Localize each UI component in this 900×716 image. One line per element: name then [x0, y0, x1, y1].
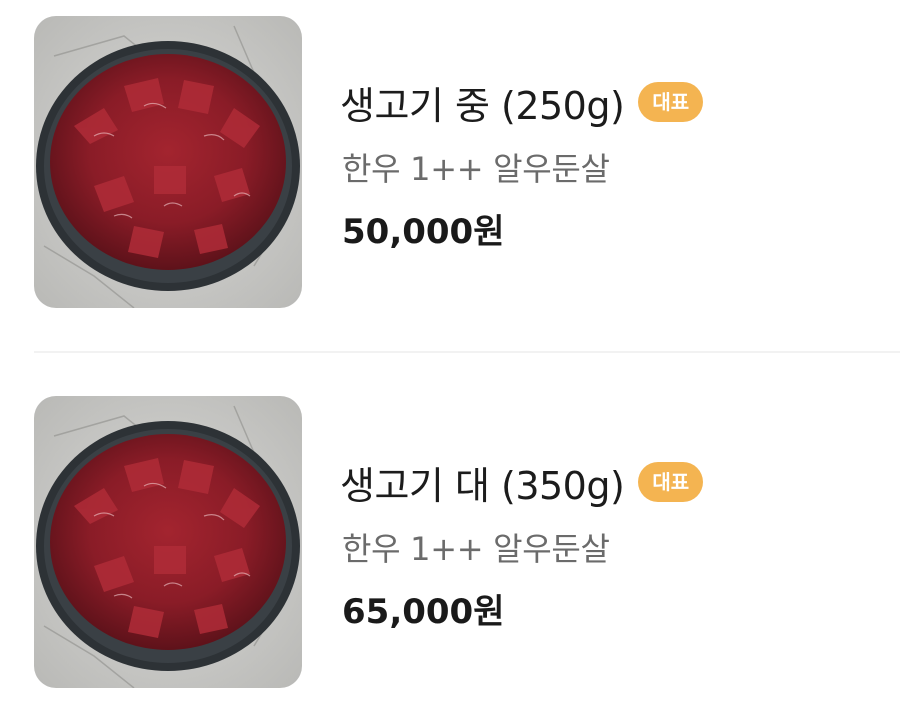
menu-item-info: 생고기 대 (350g) 대표 한우 1++ 알우둔살 65,000원	[340, 394, 880, 694]
raw-beef-plate-image	[34, 396, 302, 688]
menu-item-price: 50,000원	[342, 212, 505, 252]
divider	[34, 351, 900, 353]
menu-item-description: 한우 1++ 알우둔살	[342, 530, 610, 568]
menu-item-price: 65,000원	[342, 592, 505, 632]
menu-item[interactable]: 생고기 중 (250g) 대표 한우 1++ 알우둔살 50,000원	[0, 14, 900, 314]
menu-item-image[interactable]	[34, 16, 302, 308]
menu-item-description: 한우 1++ 알우둔살	[342, 150, 610, 188]
menu-item-image[interactable]	[34, 396, 302, 688]
menu-item-title: 생고기 중 (250g)	[340, 83, 625, 128]
representative-badge: 대표	[638, 82, 704, 122]
menu-item-title: 생고기 대 (350g)	[340, 463, 625, 508]
raw-beef-plate-image	[34, 16, 302, 308]
representative-badge: 대표	[638, 462, 704, 502]
menu-item-info: 생고기 중 (250g) 대표 한우 1++ 알우둔살 50,000원	[340, 14, 880, 314]
menu-item[interactable]: 생고기 대 (350g) 대표 한우 1++ 알우둔살 65,000원	[0, 394, 900, 694]
menu-item-title-row: 생고기 대 (350g) 대표	[340, 452, 704, 512]
menu-item-title-row: 생고기 중 (250g) 대표	[340, 72, 704, 132]
